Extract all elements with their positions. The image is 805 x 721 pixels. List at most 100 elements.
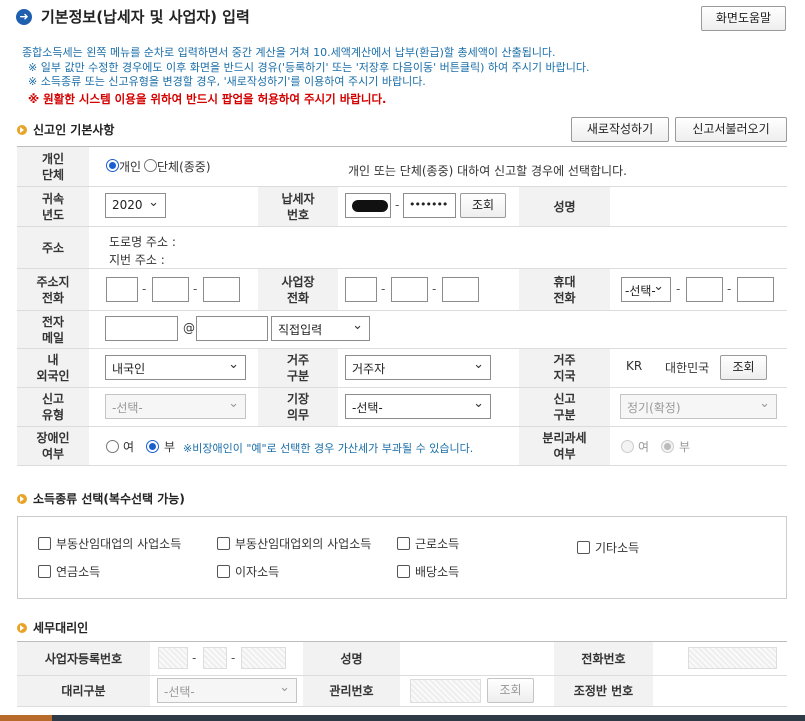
page-header: ➜ 기본정보(납세자 및 사업자) 입력 [16, 6, 250, 27]
section-tax-agent-header: 세무대리인 [17, 619, 88, 636]
home-phone-2[interactable] [152, 277, 189, 302]
name-label: 성명 [519, 187, 610, 226]
pension-income-checkbox[interactable] [38, 565, 51, 578]
individual-label: 개인 단체 [17, 147, 89, 186]
taxpayer-id-front-input[interactable] [345, 193, 391, 218]
biz-reg-label: 사업자등록번호 [17, 642, 150, 675]
biz-reg-input-2 [203, 647, 227, 669]
popup-warning: ※ 원활한 시스템 이용을 위하여 반드시 팝업을 허용하여 주시기 바랍니다. [28, 92, 387, 106]
individual-radio[interactable] [106, 159, 119, 172]
interest-income-label: 이자소득 [235, 565, 280, 579]
separate-tax-yes-radio [621, 440, 634, 453]
email-domain-select[interactable]: 직접입력 [271, 316, 370, 341]
taxpayer-id-label: 납세자 번호 [258, 187, 338, 226]
section-basic-info-title: 신고인 기본사항 [33, 123, 115, 137]
dividend-income-label: 배당소득 [415, 565, 460, 579]
residence-country-label: 거주 지국 [519, 349, 610, 387]
dividend-income-checkbox[interactable] [397, 565, 410, 578]
business-phone-2[interactable] [391, 277, 428, 302]
bottom-bar [0, 715, 805, 721]
masked-redaction [352, 200, 388, 212]
country-code: KR [626, 359, 643, 373]
home-phone-3[interactable] [203, 277, 240, 302]
interest-income-checkbox[interactable] [217, 565, 230, 578]
other-income-checkbox[interactable] [577, 541, 590, 554]
year-select[interactable]: 2020 [105, 193, 166, 218]
business-phone-1[interactable] [345, 277, 377, 302]
new-write-button[interactable]: 새로작성하기 [571, 117, 669, 142]
country-name: 대한민국 [665, 361, 710, 375]
address-label: 주소 [17, 227, 89, 268]
year-label: 귀속 년도 [17, 187, 89, 226]
other-income-label: 기타소득 [595, 541, 640, 555]
info-line-3: ※ 소득종류 또는 신고유형을 변경할 경우, '새로작성하기'를 이용하여 주… [28, 75, 426, 88]
disabled-yes-label: 여 [123, 440, 135, 454]
disabled-no-label: 부 [164, 440, 176, 454]
lot-address-label: 지번 주소 : [109, 253, 165, 267]
non-rental-business-checkbox[interactable] [217, 537, 230, 550]
agent-name-label: 성명 [303, 642, 400, 675]
group-radio[interactable] [144, 159, 157, 172]
separate-tax-no-radio [661, 440, 674, 453]
section-income-type-title: 소득종류 선택(복수선택 가능) [33, 492, 185, 506]
bullet-icon [17, 622, 27, 633]
report-type-select[interactable]: -선택- [105, 394, 246, 419]
disabled-yes-radio[interactable] [106, 440, 119, 453]
agent-type-label: 대리구분 [17, 676, 150, 706]
mobile-phone-2[interactable] [686, 277, 723, 302]
individual-note: 개인 또는 단체(종중) 대하여 신고할 경우에 선택합니다. [348, 164, 627, 178]
bookkeeping-label: 기장 의무 [258, 388, 338, 426]
section-tax-agent-title: 세무대리인 [33, 621, 89, 635]
separate-tax-no-label: 부 [679, 440, 691, 454]
bullet-icon [17, 124, 27, 135]
email-at: @ [183, 321, 195, 335]
biz-reg-input-1 [158, 647, 188, 669]
help-button[interactable]: 화면도움말 [701, 6, 786, 31]
earned-income-label: 근로소득 [415, 537, 460, 551]
business-phone-label: 사업장 전화 [258, 269, 338, 310]
pension-income-label: 연금소득 [56, 565, 101, 579]
load-report-button[interactable]: 신고서불러오기 [675, 117, 787, 142]
home-phone-1[interactable] [106, 277, 138, 302]
group-option-label: 단체(종중) [157, 160, 211, 174]
email-id-input[interactable] [105, 316, 178, 341]
nationality-select[interactable]: 내국인 [105, 355, 246, 380]
section-basic-info-header: 신고인 기본사항 [17, 121, 114, 138]
biz-reg-input-3 [241, 647, 286, 669]
taxpayer-lookup-button[interactable]: 조회 [460, 193, 506, 218]
disabled-label: 장애인 여부 [17, 427, 89, 465]
road-address-label: 도로명 주소 : [109, 235, 176, 249]
report-class-select[interactable]: 정기(확정) [620, 394, 777, 419]
manage-no-lookup-button[interactable]: 조회 [487, 678, 534, 703]
separate-tax-label: 분리과세 여부 [519, 427, 610, 465]
email-label: 전자 메일 [17, 311, 89, 348]
residence-label: 거주 구분 [258, 349, 338, 387]
taxpayer-id-back-input[interactable]: ••••••• [403, 193, 456, 218]
report-type-label: 신고 유형 [17, 388, 89, 426]
rental-business-checkbox[interactable] [38, 537, 51, 550]
home-phone-label: 주소지 전화 [17, 269, 89, 310]
section-income-type-header: 소득종류 선택(복수선택 가능) [17, 490, 185, 507]
info-line-1: 종합소득세는 왼쪽 메뉴를 순차로 입력하면서 중간 계산을 거쳐 10.세액계… [22, 46, 556, 59]
rental-business-label: 부동산임대업의 사업소득 [56, 537, 182, 551]
earned-income-checkbox[interactable] [397, 537, 410, 550]
business-phone-3[interactable] [442, 277, 479, 302]
bookkeeping-select[interactable]: -선택- [345, 394, 491, 419]
report-class-label: 신고 구분 [519, 388, 610, 426]
agent-phone-input [688, 647, 777, 669]
disabled-note: ※비장애인이 "예"로 선택한 경우 가산세가 부과될 수 있습니다. [183, 442, 474, 455]
income-type-box [17, 516, 787, 599]
mobile-prefix-select[interactable]: -선택- [621, 277, 671, 302]
mobile-phone-3[interactable] [737, 277, 774, 302]
separate-tax-yes-label: 여 [638, 440, 650, 454]
individual-option-label: 개인 [119, 160, 142, 174]
residence-select[interactable]: 거주자 [345, 355, 491, 380]
mobile-label: 휴대 전화 [519, 269, 610, 310]
page-title: 기본정보(납세자 및 사업자) 입력 [41, 8, 250, 26]
email-domain-input[interactable] [196, 316, 268, 341]
disabled-no-radio[interactable] [146, 440, 159, 453]
agent-type-select[interactable]: -선택- [157, 678, 297, 703]
team-no-label: 조정반 번호 [554, 676, 653, 706]
country-lookup-button[interactable]: 조회 [720, 355, 767, 380]
non-rental-business-label: 부동산임대업외의 사업소득 [235, 537, 372, 551]
